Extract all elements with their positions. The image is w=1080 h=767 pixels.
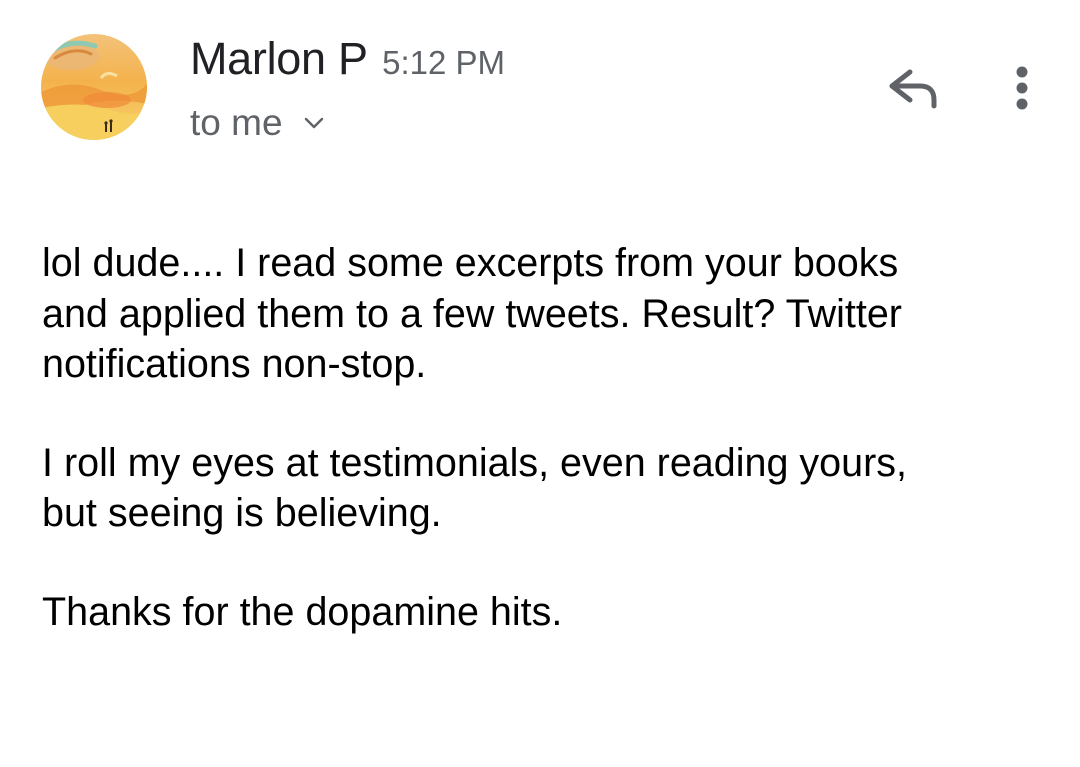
body-paragraph: I roll my eyes at testimonials, even rea…	[42, 440, 907, 536]
body-paragraph: Thanks for the dopamine hits.	[42, 589, 563, 634]
sender-avatar[interactable]	[41, 34, 147, 140]
body-paragraph: lol dude.... I read some excerpts from y…	[42, 241, 902, 386]
email-body: lol dude.... I read some excerpts from y…	[42, 238, 1042, 685]
sunset-landscape-avatar-icon	[41, 34, 147, 140]
more-vertical-icon	[1016, 66, 1028, 110]
sender-name[interactable]: Marlon P	[190, 33, 368, 84]
sender-line: Marlon P 5:12 PM	[190, 33, 505, 85]
email-timestamp: 5:12 PM	[382, 44, 506, 81]
reply-arrow-icon	[889, 69, 937, 109]
recipient-label: to me	[190, 102, 283, 143]
email-header: Marlon P 5:12 PM to me	[0, 0, 1080, 170]
chevron-down-icon[interactable]	[303, 115, 325, 131]
recipient-details-toggle[interactable]: to me	[190, 101, 325, 145]
more-options-button[interactable]	[1000, 60, 1044, 116]
reply-button[interactable]	[880, 62, 944, 114]
